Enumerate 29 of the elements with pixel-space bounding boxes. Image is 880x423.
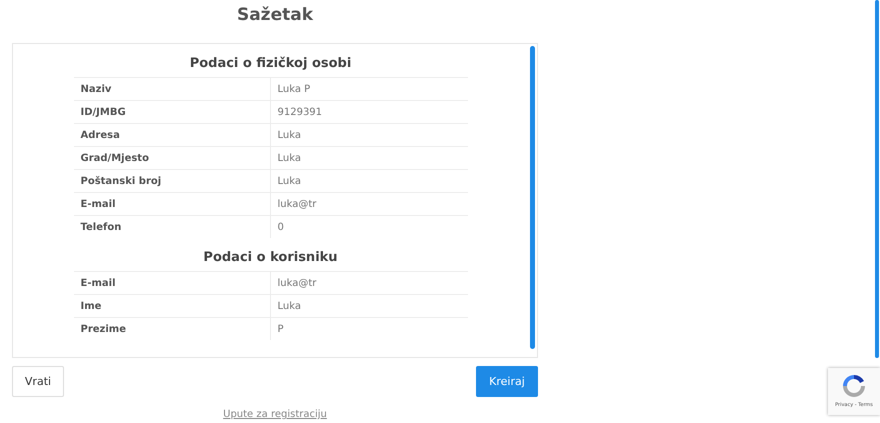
field-label: Ime: [74, 295, 270, 317]
field-value: 0: [276, 220, 285, 234]
scrollbar-thumb[interactable]: [530, 46, 535, 349]
section-heading: Podaci o fizičkoj osobi: [190, 56, 352, 71]
page-scrollbar[interactable]: [875, 0, 879, 358]
field-value: Luka: [276, 152, 302, 166]
field-label: Adresa: [74, 124, 270, 146]
field-label: E-mail: [74, 193, 270, 215]
back-button[interactable]: Vrati: [12, 366, 64, 397]
section-heading: Podaci o korisniku: [203, 250, 338, 265]
field-value: luka@tr: [276, 198, 318, 212]
create-button[interactable]: Kreiraj: [476, 366, 538, 397]
field-label: Telefon: [74, 216, 270, 238]
field-value: Luka: [276, 174, 302, 188]
field-label: Prezime: [74, 318, 270, 340]
field-label: Naziv: [74, 78, 270, 100]
field-value: Luka: [276, 128, 302, 142]
field-label: ID/JMBG: [74, 101, 270, 123]
field-value: Luka: [276, 300, 302, 314]
field-label: E-mail: [74, 272, 270, 294]
registration-guide-link[interactable]: Upute za registraciju: [223, 409, 327, 420]
field-value: Luka P: [276, 82, 312, 96]
recaptcha-logo-icon: [840, 372, 868, 400]
field-label: Poštanski broj: [74, 170, 270, 192]
field-value: P: [276, 322, 285, 336]
page-title: Sažetak: [236, 5, 314, 27]
field-label: Grad/Mjesto: [74, 147, 270, 169]
field-value: 9129391: [276, 106, 324, 120]
field-value: luka@tr: [276, 276, 318, 290]
